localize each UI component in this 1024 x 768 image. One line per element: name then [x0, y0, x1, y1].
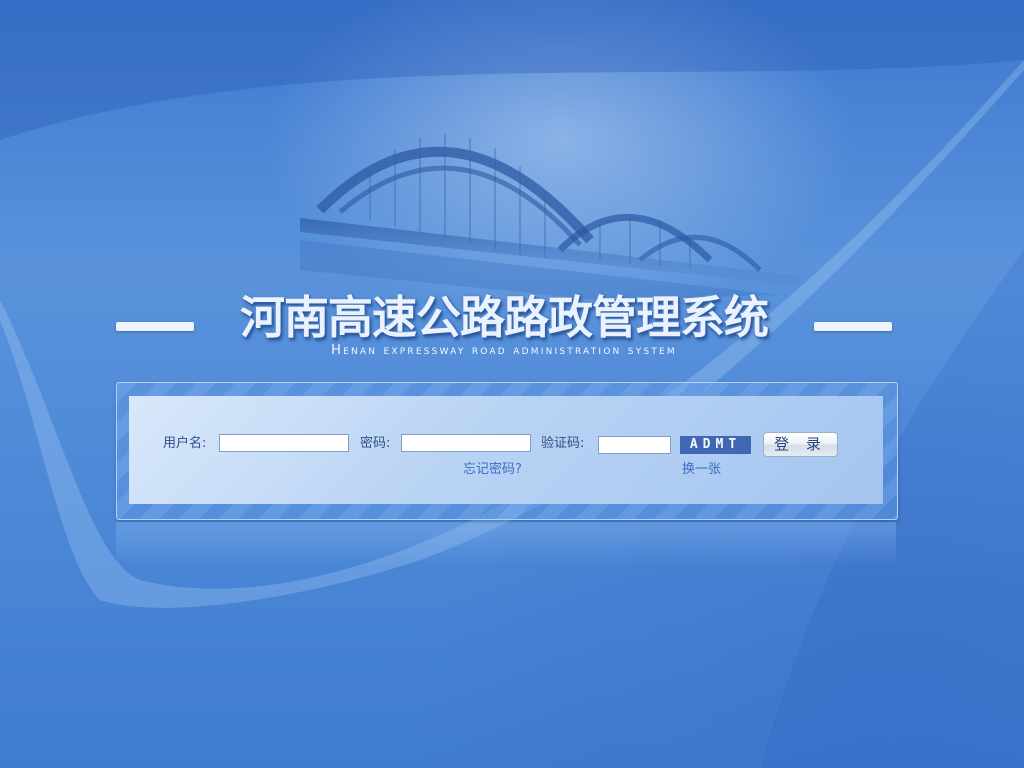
password-label: 密码: — [360, 436, 391, 451]
bridge-illustration — [300, 134, 800, 300]
title-line-left — [116, 322, 194, 331]
login-button[interactable]: 登 录 — [763, 432, 838, 457]
captcha-label: 验证码: — [541, 436, 585, 451]
password-field[interactable] — [401, 434, 531, 452]
captcha-image[interactable]: ADMT — [680, 436, 751, 454]
forgot-password-link[interactable]: 忘记密码? — [463, 462, 522, 478]
login-frame-reflection — [116, 522, 896, 566]
username-label: 用户名: — [163, 436, 207, 451]
page-subtitle: Henan expressway road administration sys… — [331, 343, 677, 358]
username-field[interactable] — [219, 434, 349, 452]
page-title: 河南高速公路路政管理系统 — [239, 291, 769, 344]
refresh-captcha-link[interactable]: 换一张 — [682, 462, 721, 478]
title-line-right — [814, 322, 892, 331]
captcha-field[interactable] — [598, 436, 671, 454]
